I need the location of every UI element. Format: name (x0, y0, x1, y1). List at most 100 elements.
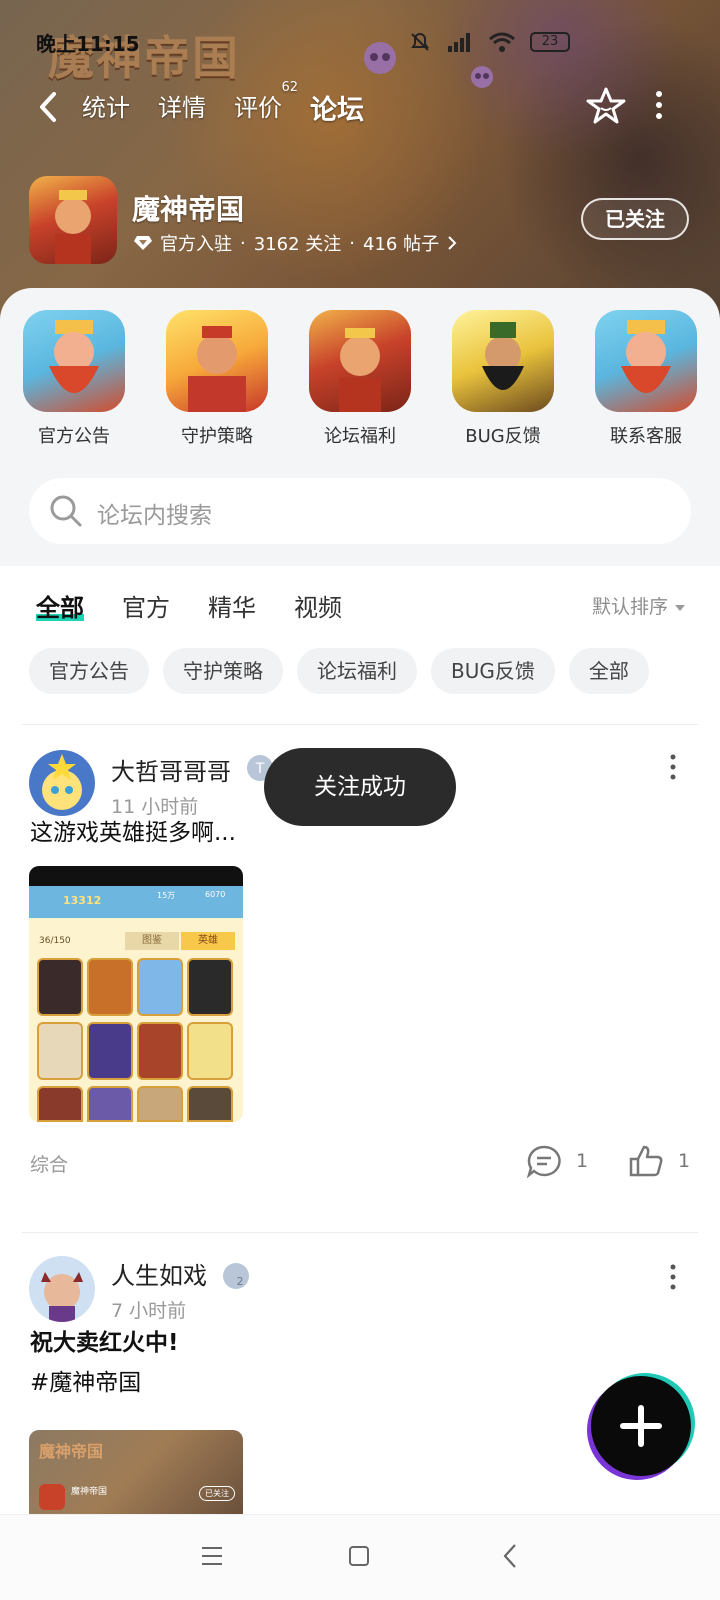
post-image[interactable]: 魔神帝国 魔神帝国 已关注 (29, 1430, 243, 1514)
divider (22, 1232, 698, 1233)
tile-image (23, 310, 125, 412)
forum-search-bar[interactable]: 论坛内搜索 (29, 478, 691, 544)
screenshot-title: 魔神帝国 (71, 1487, 108, 1497)
tab-details[interactable]: 详情 (158, 88, 206, 127)
more-vertical-icon[interactable] (668, 754, 678, 780)
bearded-king-icon (621, 320, 671, 393)
divider (22, 724, 698, 725)
follow-count: 3162 关注 (253, 234, 342, 255)
level-badge-icon: 2 (223, 1263, 249, 1289)
post-hashtag[interactable]: #魔神帝国 (30, 1364, 141, 1403)
game-title: 魔神帝国 (132, 193, 245, 226)
screenshot-game-icon (39, 1484, 65, 1510)
filter-chips: 官方公告 守护策略 论坛福利 BUG反馈 全部 (29, 648, 649, 694)
tile-image (166, 310, 268, 412)
screenshot-tab-right: 英雄 (181, 932, 235, 950)
tab-stats[interactable]: 统计 (82, 88, 130, 127)
chip-all[interactable]: 全部 (568, 648, 649, 694)
category-panel: 官方公告 守护策略 论坛福利 BUG反馈 联系客服 论坛内搜索 (0, 288, 720, 566)
sort-dropdown[interactable]: 默认排序 (592, 592, 686, 619)
like-button[interactable]: 1 (628, 1144, 690, 1178)
category-bug-feedback[interactable]: BUG反馈 (451, 310, 555, 448)
bearded-king-icon (49, 320, 99, 393)
game-icon (29, 176, 117, 264)
chip-bug-feedback[interactable]: BUG反馈 (431, 648, 555, 694)
post-text: 这游戏英雄挺多啊... (30, 820, 236, 846)
avatar[interactable] (29, 750, 95, 816)
general-portrait-icon (482, 322, 524, 390)
tile-label: 守护策略 (181, 426, 253, 447)
tile-image (452, 310, 554, 412)
category-forum-benefits[interactable]: 论坛福利 (308, 310, 412, 448)
hero-portrait-icon (55, 190, 91, 264)
hero-card (87, 958, 133, 1016)
category-guard-strategy[interactable]: 守护策略 (165, 310, 269, 448)
chip-guard-strategy[interactable]: 守护策略 (163, 648, 283, 694)
hero-card (187, 1022, 233, 1080)
feed-tab-featured[interactable]: 精华 (208, 588, 256, 623)
anime-avatar-icon (42, 754, 82, 810)
more-vertical-icon[interactable] (668, 1264, 678, 1290)
chip-official-announcements[interactable]: 官方公告 (29, 648, 149, 694)
screenshot-score: 13312 (63, 894, 102, 907)
level-number: 2 (237, 1275, 244, 1288)
category-official-announcements[interactable]: 官方公告 (22, 310, 126, 448)
hero-card (87, 1022, 133, 1080)
meta-separator: · (240, 232, 246, 254)
status-time: 晚上11:15 (36, 32, 140, 56)
feed-tab-video[interactable]: 视频 (294, 588, 342, 623)
screenshot-coins: 15万 (157, 891, 176, 900)
game-meta[interactable]: 官方入驻 · 3162 关注 · 416 帖子 (134, 230, 457, 256)
feed-tab-official[interactable]: 官方 (122, 588, 170, 623)
tab-forum[interactable]: 论坛 (310, 88, 364, 127)
create-post-button[interactable] (591, 1376, 691, 1476)
game-info: 魔神帝国 官方入驻 · 3162 关注 · 416 帖子 已关注 (0, 176, 720, 268)
search-icon (50, 495, 82, 527)
warrior-portrait-icon (188, 326, 246, 412)
top-navigation: 统计 详情 评价 62 论坛 (0, 80, 720, 132)
post-category-tag[interactable]: 综合 (30, 1150, 68, 1177)
home-icon[interactable] (348, 1545, 370, 1567)
screenshot-gems: 6070 (205, 890, 226, 899)
category-contact-support[interactable]: 联系客服 (594, 310, 698, 448)
avatar[interactable] (29, 1256, 95, 1322)
tab-reviews-label: 评价 (234, 94, 282, 122)
hero-portrait-icon (339, 328, 381, 412)
back-arrow-icon[interactable] (36, 90, 60, 124)
hero-card (137, 1086, 183, 1122)
comment-button[interactable]: 1 (526, 1144, 588, 1178)
sort-label: 默认排序 (592, 596, 669, 618)
chip-forum-benefits[interactable]: 论坛福利 (297, 648, 417, 694)
followed-button[interactable]: 已关注 (581, 198, 689, 240)
tab-reviews[interactable]: 评价 62 (234, 80, 298, 127)
feed-tabs: 全部 官方 精华 视频 (36, 588, 342, 623)
hero-card (37, 1086, 83, 1122)
screenshot-count: 36/150 (39, 936, 71, 946)
tile-image (309, 310, 411, 412)
status-bar: 晚上11:15 23 (0, 28, 720, 58)
star-icon[interactable] (586, 86, 626, 126)
back-icon[interactable] (502, 1543, 518, 1569)
hero-grid (37, 958, 237, 1122)
author-name[interactable]: 人生如戏 (111, 1256, 207, 1291)
tile-image (595, 310, 697, 412)
author-name[interactable]: 大哲哥哥哥 (111, 752, 231, 787)
tile-label: 官方公告 (38, 426, 110, 447)
comment-count: 1 (576, 1150, 589, 1172)
hero-card (87, 1086, 133, 1122)
plus-icon (620, 1405, 662, 1447)
wifi-icon (489, 32, 515, 52)
tile-label: BUG反馈 (465, 426, 541, 447)
menu-icon[interactable] (200, 1545, 224, 1567)
feed-tab-all[interactable]: 全部 (36, 588, 84, 623)
post-image[interactable]: 13312 15万 6070 36/150 图鉴 英雄 (29, 866, 243, 1122)
more-vertical-icon[interactable] (654, 90, 664, 120)
chevron-right-icon (448, 236, 457, 250)
hero-card (137, 1022, 183, 1080)
hero-card (187, 1086, 233, 1122)
hero-card (37, 1022, 83, 1080)
search-placeholder: 论坛内搜索 (97, 503, 212, 529)
mute-bell-icon (411, 33, 429, 51)
devil-avatar-icon (41, 1272, 83, 1322)
screenshot-logo: 魔神帝国 (39, 1442, 104, 1461)
